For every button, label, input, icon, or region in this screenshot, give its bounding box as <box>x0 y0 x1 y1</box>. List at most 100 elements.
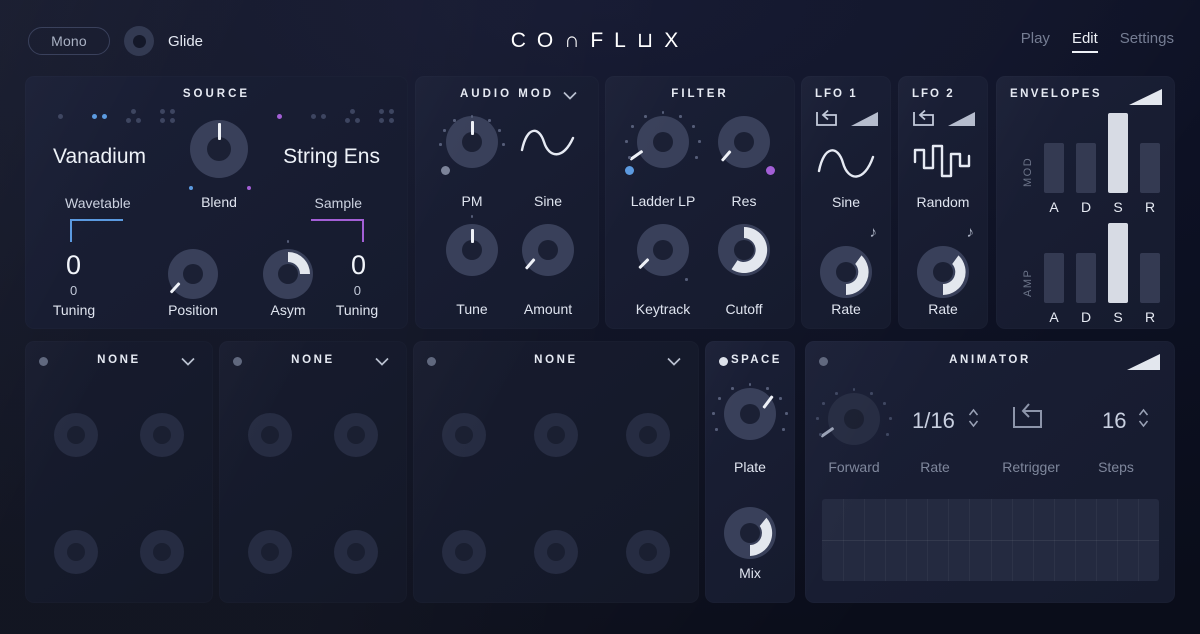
voice-dot <box>321 114 326 119</box>
source-right-name[interactable]: String Ens <box>283 145 380 169</box>
envelope-mod-d-slider[interactable] <box>1076 143 1096 193</box>
knob-hole <box>455 543 473 561</box>
source-left-type-label: Wavetable <box>65 195 131 211</box>
fx-slot-1-knob-2[interactable] <box>140 413 184 457</box>
ramp-icon[interactable] <box>1129 88 1163 106</box>
keytrack-knob[interactable] <box>637 224 689 276</box>
sine-wave-icon[interactable] <box>519 122 577 164</box>
animator-rate-label: Rate <box>920 459 950 475</box>
animator-step-grid[interactable] <box>822 499 1159 581</box>
chevron-down-icon[interactable] <box>563 91 577 100</box>
envelope-amp-a-slider[interactable] <box>1044 253 1064 303</box>
blend-knob[interactable] <box>190 120 248 178</box>
fx-slot-3-knob-6[interactable] <box>626 530 670 574</box>
tune-knob[interactable] <box>446 224 498 276</box>
voice-option-1[interactable] <box>277 108 293 124</box>
random-step-icon[interactable] <box>912 142 974 186</box>
main-nav: Play Edit Settings <box>1021 30 1174 53</box>
envelope-mod-r-slider[interactable] <box>1140 143 1160 193</box>
envelope-mod-d-label: D <box>1076 199 1096 215</box>
sine-wave-icon[interactable] <box>816 141 876 187</box>
source-left-tuning-label: Tuning <box>53 302 95 318</box>
fx-slot-1-knob-4[interactable] <box>140 530 184 574</box>
fx-slot-3-knob-4[interactable] <box>442 530 486 574</box>
fx-slot-3-title[interactable]: NONE <box>413 354 699 366</box>
voice-option-4[interactable] <box>379 108 395 124</box>
app-logo-text: CO∩FL⊔X <box>511 28 690 53</box>
ramp-icon[interactable] <box>1127 353 1161 371</box>
filter-type-knob[interactable] <box>637 116 689 168</box>
source-right-tuning-cents[interactable]: 0 <box>354 284 361 297</box>
envelope-amp-d-label: D <box>1076 309 1096 325</box>
lfo2-rate-knob[interactable] <box>917 246 969 298</box>
envelope-amp-d-slider[interactable] <box>1076 253 1096 303</box>
fx-slot-3-panel: NONE <box>413 341 699 603</box>
fx-slot-1-knob-3[interactable] <box>54 530 98 574</box>
envelope-amp-r-label: R <box>1140 309 1160 325</box>
asym-knob[interactable] <box>263 249 313 299</box>
knob-hole <box>639 426 657 444</box>
nav-item-settings[interactable]: Settings <box>1120 30 1174 53</box>
lfo1-sync-music-note-icon[interactable]: ♪ <box>870 224 878 241</box>
envelope-mod-s-slider[interactable] <box>1108 113 1128 193</box>
fx-slot-2-knob-4[interactable] <box>334 530 378 574</box>
voice-option-4[interactable] <box>160 108 176 124</box>
voice-option-2[interactable] <box>311 108 327 124</box>
ramp-icon[interactable] <box>851 111 879 127</box>
envelope-mod-r-label: R <box>1140 199 1160 215</box>
animator-steps-stepper[interactable] <box>1138 407 1149 429</box>
filter-source-left-dot[interactable] <box>625 166 634 175</box>
fx-slot-1-knob-1[interactable] <box>54 413 98 457</box>
res-knob[interactable] <box>718 116 770 168</box>
voice-option-1[interactable] <box>58 108 74 124</box>
animator-steps-value[interactable]: 16 <box>1102 408 1126 434</box>
envelope-amp-r-slider[interactable] <box>1140 253 1160 303</box>
chevron-down-icon[interactable] <box>667 357 681 366</box>
envelope-amp-s-slider[interactable] <box>1108 223 1128 303</box>
ramp-icon[interactable] <box>948 111 976 127</box>
nav-item-play[interactable]: Play <box>1021 30 1050 53</box>
fx-slot-3-knob-2[interactable] <box>534 413 578 457</box>
space-type-knob[interactable] <box>724 388 776 440</box>
voice-dot <box>350 109 355 114</box>
loop-icon[interactable] <box>1011 401 1045 431</box>
source-left-tuning-semitones[interactable]: 0 <box>66 252 81 279</box>
envelope-mod-a-slider[interactable] <box>1044 143 1064 193</box>
fx-slot-3-knob-1[interactable] <box>442 413 486 457</box>
voice-option-3[interactable] <box>345 108 361 124</box>
lfo1-rate-knob[interactable] <box>820 246 872 298</box>
res-label: Res <box>732 193 757 209</box>
fx-slot-2-knob-3[interactable] <box>248 530 292 574</box>
space-mix-knob[interactable] <box>724 507 776 559</box>
loop-icon[interactable] <box>912 108 936 128</box>
fx-slot-2-knob-2[interactable] <box>334 413 378 457</box>
voice-dot <box>311 114 316 119</box>
source-left-routing-bracket <box>69 216 125 244</box>
fx-slot-2-knob-1[interactable] <box>248 413 292 457</box>
fx-slot-3-knob-3[interactable] <box>626 413 670 457</box>
position-knob[interactable] <box>168 249 218 299</box>
chevron-down-icon[interactable] <box>375 357 389 366</box>
fx-slot-3-knob-5[interactable] <box>534 530 578 574</box>
source-right-routing-bracket <box>309 216 365 244</box>
lfo2-panel: LFO 2 Random ♪ Rate <box>898 76 988 329</box>
fx-slot-2-panel: NONE <box>219 341 407 603</box>
space-power-dot[interactable] <box>719 357 728 366</box>
source-right-tuning-semitones[interactable]: 0 <box>351 252 366 279</box>
chevron-down-icon[interactable] <box>181 357 195 366</box>
animator-rate-stepper[interactable] <box>968 407 979 429</box>
nav-item-edit[interactable]: Edit <box>1072 30 1098 53</box>
source-left-tuning-cents[interactable]: 0 <box>70 284 77 297</box>
pm-knob[interactable] <box>446 116 498 168</box>
voice-option-3[interactable] <box>126 108 142 124</box>
lfo2-sync-music-note-icon[interactable]: ♪ <box>967 224 975 241</box>
source-left-name[interactable]: Vanadium <box>53 145 146 169</box>
loop-icon[interactable] <box>815 108 839 128</box>
voice-option-2[interactable] <box>92 108 108 124</box>
animator-panel-title: ANIMATOR <box>805 354 1175 366</box>
animator-rate-value[interactable]: 1/16 <box>912 408 955 434</box>
space-type-label: Plate <box>734 459 766 475</box>
animator-direction-knob[interactable] <box>828 393 880 445</box>
amount-knob[interactable] <box>522 224 574 276</box>
cutoff-knob[interactable] <box>718 224 770 276</box>
